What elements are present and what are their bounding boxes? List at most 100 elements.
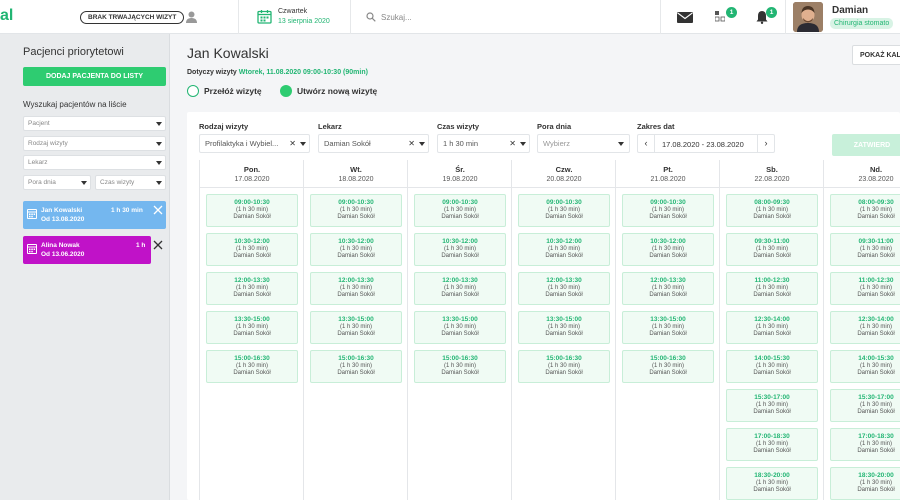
slot-time: 18:30-20:00 (754, 472, 790, 479)
time-slot[interactable]: 09:30-11:00 (1 h 30 min) Damian Sokół (726, 233, 818, 266)
visit-time-select[interactable]: 1 h 30 min ✕ (437, 134, 530, 153)
slot-duration: (1 h 30 min) (235, 324, 268, 330)
time-slot[interactable]: 15:30-17:00 (1 h 30 min) Damian Sokół (726, 389, 818, 422)
slot-duration: (1 h 30 min) (547, 363, 580, 369)
reschedule-radio[interactable] (187, 85, 199, 97)
visit-info-value: Wtorek, 11.08.2020 09:00-10:30 (90min) (238, 69, 368, 76)
time-slot[interactable]: 13:30-15:00 (1 h 30 min) Damian Sokół (414, 311, 506, 344)
slot-time: 15:00-16:30 (234, 355, 270, 362)
slot-doctor: Damian Sokół (649, 331, 687, 337)
time-slot[interactable]: 12:00-13:30 (1 h 30 min) Damian Sokół (518, 272, 610, 305)
avatar[interactable] (793, 2, 823, 32)
day-name: Nd. (869, 165, 883, 174)
time-slot[interactable]: 13:30-15:00 (1 h 30 min) Damian Sokół (206, 311, 298, 344)
slot-time: 09:00-10:30 (442, 199, 478, 206)
doctor-select[interactable]: Damian Sokół ✕ (318, 134, 429, 153)
time-slot[interactable]: 09:00-10:30 (1 h 30 min) Damian Sokół (414, 194, 506, 227)
mail-icon[interactable] (677, 12, 693, 23)
slot-doctor: Damian Sokół (337, 331, 375, 337)
page-title: Jan Kowalski (187, 45, 269, 61)
time-slot[interactable]: 09:00-10:30 (1 h 30 min) Damian Sokół (622, 194, 714, 227)
time-slot[interactable]: 10:30-12:00 (1 h 30 min) Damian Sokół (622, 233, 714, 266)
apps-icon[interactable] (715, 11, 725, 23)
day-column: Czw. 20.08.2020 09:00-10:30 (1 h 30 min) Dam… (511, 160, 616, 500)
time-slot[interactable]: 10:30-12:00 (1 h 30 min) Damian Sokół (206, 233, 298, 266)
doctor-label: Lekarz (318, 122, 342, 131)
time-slot[interactable]: 17:00-18:30 (1 h 30 min) Damian Sokół (726, 428, 818, 461)
time-slot[interactable]: 12:00-13:30 (1 h 30 min) Damian Sokół (622, 272, 714, 305)
new-visit-radio-label[interactable]: Utwórz nową wizytę (297, 86, 377, 96)
slot-duration: (1 h 30 min) (339, 207, 372, 213)
time-slot[interactable]: 18:30-20:00 (1 h 30 min) Damian Sokół (726, 467, 818, 500)
clear-icon[interactable]: ✕ (289, 135, 296, 152)
chevron-left-icon[interactable]: ‹ (638, 135, 655, 152)
time-slot[interactable]: 12:30-14:00 (1 h 30 min) Damian Sokół (726, 311, 818, 344)
time-slot[interactable]: 09:00-10:30 (1 h 30 min) Damian Sokół (310, 194, 402, 227)
time-slot[interactable]: 18:30-20:00 (1 h 30 min) Damian Sokół (830, 467, 900, 500)
date-range-picker[interactable]: ‹ 17.08.2020 - 23.08.2020 › (637, 134, 775, 153)
clear-icon[interactable]: ✕ (509, 135, 516, 152)
slot-doctor: Damian Sokół (545, 253, 583, 259)
show-calendar-button[interactable]: POKAŻ KAL (852, 45, 900, 65)
chevron-right-icon[interactable]: › (757, 135, 774, 152)
time-slot[interactable]: 11:00-12:30 (1 h 30 min) Damian Sokół (726, 272, 818, 305)
search-input[interactable] (381, 8, 631, 26)
time-slot[interactable]: 09:00-10:30 (1 h 30 min) Damian Sokół (518, 194, 610, 227)
time-slot[interactable]: 17:00-18:30 (1 h 30 min) Damian Sokół (830, 428, 900, 461)
time-slot[interactable]: 10:30-12:00 (1 h 30 min) Damian Sokół (414, 233, 506, 266)
no-active-visit-badge[interactable]: BRAK TRWAJĄCYCH WIZYT (80, 11, 185, 24)
time-slot[interactable]: 12:00-13:30 (1 h 30 min) Damian Sokół (310, 272, 402, 305)
time-slot[interactable]: 15:00-16:30 (1 h 30 min) Damian Sokół (518, 350, 610, 383)
reschedule-radio-label[interactable]: Przełóż wizytę (204, 86, 262, 96)
patient-filter-select[interactable]: Pacjent (23, 116, 166, 131)
slot-doctor: Damian Sokół (857, 370, 895, 376)
time-slot[interactable]: 15:00-16:30 (1 h 30 min) Damian Sokół (622, 350, 714, 383)
time-slot[interactable]: 08:00-09:30 (1 h 30 min) Damian Sokół (830, 194, 900, 227)
user-name[interactable]: Damian (832, 5, 868, 16)
time-slot[interactable]: 12:00-13:30 (1 h 30 min) Damian Sokół (206, 272, 298, 305)
time-slot[interactable]: 12:30-14:00 (1 h 30 min) Damian Sokół (830, 311, 900, 344)
patient-date: Od 13.06.2020 (41, 251, 85, 258)
visit-type-select[interactable]: Profilaktyka i Wybiel... ✕ (199, 134, 310, 153)
time-slot[interactable]: 13:30-15:00 (1 h 30 min) Damian Sokół (310, 311, 402, 344)
time-of-day-filter-select[interactable]: Pora dnia (23, 175, 91, 190)
new-visit-radio[interactable] (280, 85, 292, 97)
patient-filter-label: Pacjent (28, 120, 50, 127)
confirm-button[interactable]: ZATWIERD (832, 134, 900, 156)
time-slot[interactable]: 15:00-16:30 (1 h 30 min) Damian Sokół (414, 350, 506, 383)
priority-patient-card[interactable]: Jan Kowalski 1 h 30 min Od 13.08.2020 (23, 201, 166, 229)
time-slot[interactable]: 09:00-10:30 (1 h 30 min) Damian Sokół (206, 194, 298, 227)
visit-time-filter-select[interactable]: Czas wizyty (95, 175, 166, 190)
calendar-icon (27, 244, 37, 254)
time-slot[interactable]: 15:00-16:30 (1 h 30 min) Damian Sokół (310, 350, 402, 383)
time-slot[interactable]: 12:00-13:30 (1 h 30 min) Damian Sokół (414, 272, 506, 305)
close-icon[interactable] (153, 205, 163, 215)
slot-duration: (1 h 30 min) (547, 324, 580, 330)
visit-type-filter-select[interactable]: Rodzaj wizyty (23, 136, 166, 151)
time-slot[interactable]: 10:30-12:00 (1 h 30 min) Damian Sokół (518, 233, 610, 266)
time-slot[interactable]: 08:00-09:30 (1 h 30 min) Damian Sokół (726, 194, 818, 227)
slot-time: 09:00-10:30 (546, 199, 582, 206)
app-logo[interactable]: al (0, 7, 13, 25)
priority-patient-card[interactable]: Alina Nowak 1 h Od 13.06.2020 (23, 236, 151, 264)
slot-duration: (1 h 30 min) (651, 246, 684, 252)
time-of-day-select[interactable]: Wybierz (537, 134, 630, 153)
doctor-filter-select[interactable]: Lekarz (23, 155, 166, 170)
time-slot[interactable]: 13:30-15:00 (1 h 30 min) Damian Sokół (518, 311, 610, 344)
time-slot[interactable]: 14:00-15:30 (1 h 30 min) Damian Sokół (830, 350, 900, 383)
close-icon[interactable] (153, 240, 163, 250)
add-patient-button[interactable]: DODAJ PACJENTA DO LISTY (23, 67, 166, 86)
time-slot[interactable]: 10:30-12:00 (1 h 30 min) Damian Sokół (310, 233, 402, 266)
time-of-day-filter-label: Pora dnia (28, 179, 56, 186)
time-slot[interactable]: 13:30-15:00 (1 h 30 min) Damian Sokół (622, 311, 714, 344)
time-slot[interactable]: 15:00-16:30 (1 h 30 min) Damian Sokół (206, 350, 298, 383)
chevron-down-icon (300, 142, 306, 146)
time-slot[interactable]: 15:30-17:00 (1 h 30 min) Damian Sokół (830, 389, 900, 422)
user-icon[interactable] (186, 11, 197, 23)
clear-icon[interactable]: ✕ (408, 135, 415, 152)
time-slot[interactable]: 11:00-12:30 (1 h 30 min) Damian Sokół (830, 272, 900, 305)
slot-doctor: Damian Sokół (753, 331, 791, 337)
time-slot[interactable]: 14:00-15:30 (1 h 30 min) Damian Sokół (726, 350, 818, 383)
time-slot[interactable]: 09:30-11:00 (1 h 30 min) Damian Sokół (830, 233, 900, 266)
slot-doctor: Damian Sokół (857, 292, 895, 298)
